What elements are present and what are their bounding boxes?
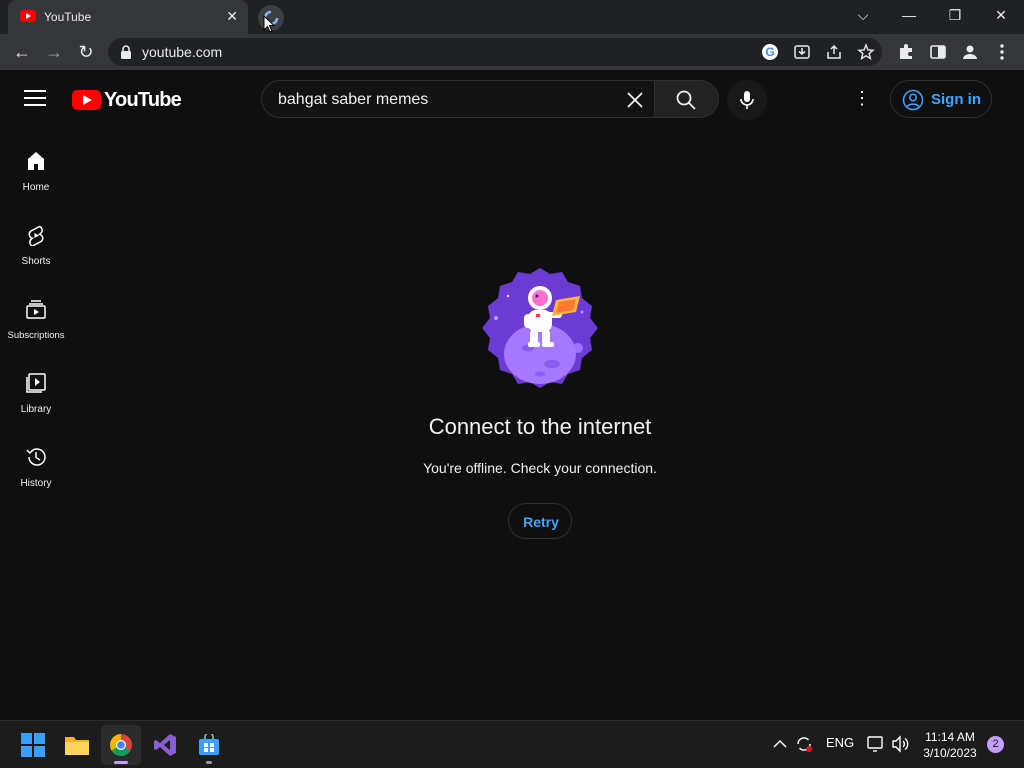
show-hidden-icons-chevron-up-icon[interactable] (773, 739, 787, 749)
lock-icon[interactable] (120, 45, 132, 59)
visual-studio-icon (154, 734, 176, 756)
search-input[interactable]: bahgat saber memes (261, 80, 655, 118)
clear-search-icon[interactable] (622, 87, 648, 113)
browser-toolbar: ← → ↻ youtube.com G (0, 34, 1024, 70)
subscriptions-icon (26, 300, 46, 319)
tab-close-icon[interactable]: ✕ (226, 8, 238, 24)
store-app-button[interactable] (189, 725, 229, 765)
search-button[interactable] (655, 80, 719, 118)
clock-date: 3/10/2023 (923, 746, 977, 760)
notification-badge[interactable]: 2 (987, 736, 1004, 753)
retry-label: Retry (523, 514, 559, 530)
input-language-indicator[interactable]: ENG (826, 735, 854, 750)
visual-studio-button[interactable] (145, 725, 185, 765)
share-icon[interactable] (825, 43, 843, 61)
sidebar-item-label: Home (22, 182, 50, 193)
browser-tab-youtube[interactable]: YouTube ✕ (8, 0, 248, 34)
youtube-logo-text: YouTube (104, 89, 182, 111)
sidebar-item-label: Shorts (21, 256, 51, 267)
folder-icon (65, 737, 89, 755)
sidebar-item-home[interactable]: Home (0, 142, 72, 212)
youtube-logo-icon (72, 90, 101, 110)
side-panel-icon[interactable] (928, 42, 948, 62)
offline-message: You're offline. Check your connection. (423, 460, 657, 476)
search-query[interactable]: bahgat saber memes (278, 91, 428, 109)
history-icon (26, 448, 46, 466)
sign-in-label: Sign in (931, 91, 981, 108)
restore-button[interactable]: ❐ (932, 0, 978, 32)
voice-search-button[interactable] (727, 80, 767, 120)
running-app-indicator (206, 761, 212, 764)
mouse-cursor-icon (263, 15, 275, 33)
settings-more-icon[interactable]: ⋮ (850, 86, 874, 110)
forward-button[interactable]: → (42, 40, 66, 64)
clock-time: 11:14 AM (925, 730, 975, 744)
url-text[interactable]: youtube.com (142, 44, 222, 60)
chrome-button[interactable] (101, 725, 141, 765)
browser-menu-icon[interactable] (994, 42, 1010, 62)
search-icon (676, 90, 696, 110)
taskbar-clock[interactable]: 11:14 AM 3/10/2023 (918, 729, 982, 761)
chrome-icon (110, 734, 132, 756)
browser-tab-bar: YouTube ✕ ⌵ — ❐ ✕ (0, 0, 1024, 34)
home-icon (28, 152, 44, 170)
close-window-button[interactable]: ✕ (978, 0, 1024, 32)
extensions-puzzle-icon[interactable] (896, 42, 916, 62)
guide-menu-button[interactable] (24, 90, 46, 106)
minimize-button[interactable]: — (886, 0, 932, 32)
network-icon[interactable] (866, 735, 886, 753)
tab-title: YouTube (44, 10, 92, 24)
youtube-favicon-icon (20, 10, 36, 22)
hamburger-line (24, 97, 46, 99)
sign-in-button[interactable]: Sign in (890, 80, 992, 118)
library-icon (26, 373, 46, 393)
hamburger-line (24, 104, 46, 106)
sidebar-item-shorts[interactable]: Shorts (0, 216, 72, 286)
address-bar[interactable]: youtube.com G (108, 38, 882, 66)
active-app-indicator (114, 761, 128, 764)
retry-button[interactable]: Retry (508, 503, 572, 539)
shorts-icon (28, 225, 44, 246)
windows-taskbar: ENG 11:14 AM 3/10/2023 2 (0, 720, 1024, 768)
microphone-icon (740, 91, 754, 109)
account-circle-icon (902, 89, 924, 111)
sidebar-item-history[interactable]: History (0, 438, 72, 508)
svg-text:G: G (765, 45, 774, 59)
back-button[interactable]: ← (10, 40, 34, 64)
youtube-page: YouTube bahgat saber memes ⋮ Sign in Hom… (0, 70, 1024, 720)
install-app-icon[interactable] (793, 43, 811, 61)
volume-icon[interactable] (891, 735, 911, 753)
offline-astronaut-illustration (482, 268, 598, 388)
hamburger-line (24, 90, 46, 92)
store-icon (199, 734, 219, 755)
file-explorer-button[interactable] (57, 725, 97, 765)
sidebar-item-label: Subscriptions (7, 330, 65, 341)
sync-icon[interactable] (795, 735, 813, 753)
reload-button[interactable]: ↻ (74, 40, 98, 64)
sidebar-item-subscriptions[interactable]: Subscriptions (0, 290, 72, 360)
windows-logo-icon (21, 733, 45, 757)
bookmark-star-icon[interactable] (857, 43, 875, 61)
tab-search-chevron-down-icon[interactable]: ⌵ (840, 0, 886, 32)
offline-title: Connect to the internet (428, 414, 652, 439)
start-button[interactable] (13, 725, 53, 765)
profile-avatar-icon[interactable] (960, 42, 980, 62)
sidebar-item-label: History (20, 478, 52, 489)
sidebar-item-label: Library (20, 404, 52, 415)
sidebar-item-library[interactable]: Library (0, 364, 72, 434)
google-lens-icon[interactable]: G (761, 43, 779, 61)
